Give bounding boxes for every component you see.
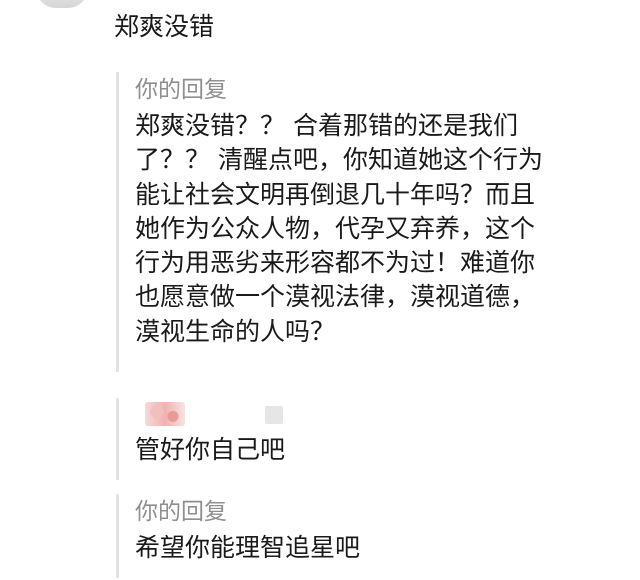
reply-line: 行为用恶劣来形容都不为过！难道你 [135,248,536,278]
reply-label: 你的回复 [135,499,227,525]
reply-quote-block[interactable]: 你的回复 郑爽没错？？ 合着那错的还是我们 了？？ 清醒点吧，你知道她这个行为 … [116,72,635,372]
reply-line: 也愿意做一个漠视法律，漠视道德， [135,282,536,312]
reply-line: 了？？ 清醒点吧，你知道她这个行为 [135,145,543,175]
reply-label: 你的回复 [135,77,227,103]
reply-line: 漠视生命的人吗？ [135,316,336,346]
reply-quote-block[interactable]: 你的回复 希望你能理智追星吧 [116,494,635,578]
censored-badge [265,406,283,424]
censored-username[interactable] [145,402,185,426]
reply-user-row[interactable] [135,398,635,430]
comment-text: 郑爽没错 [114,12,215,41]
reply-body: 郑爽没错？？ 合着那错的还是我们 了？？ 清醒点吧，你知道她这个行为 能让社会文… [135,109,605,349]
avatar[interactable] [36,0,88,8]
reply-line: 郑爽没错？？ 合着那错的还是我们 [135,111,518,140]
reply-body: 希望你能理智追星吧 [135,533,361,562]
reply-line: 能让社会文明再倒退几十年吗？而且 [135,179,536,209]
reply-line: 她作为公众人物，代孕又弃养，这个 [135,213,536,243]
reply-body: 管好你自己吧 [135,435,286,464]
reply-quote-block[interactable]: 管好你自己吧 [116,398,635,480]
